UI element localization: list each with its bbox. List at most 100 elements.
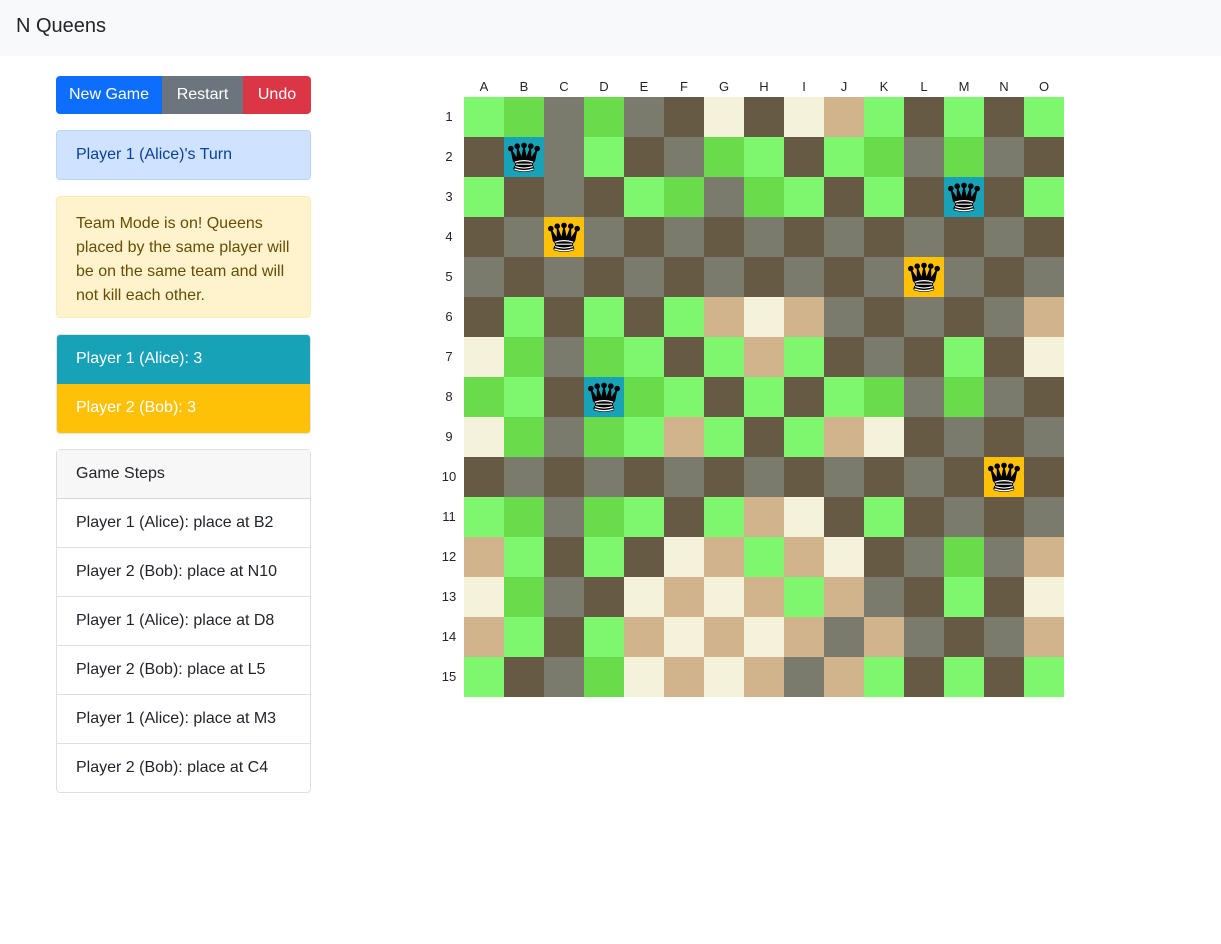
board-cell-f2[interactable] — [664, 137, 704, 177]
board-cell-a15[interactable] — [464, 657, 504, 697]
board-cell-o1[interactable] — [1024, 97, 1064, 137]
board-cell-e12[interactable] — [624, 537, 664, 577]
board-cell-l6[interactable] — [904, 297, 944, 337]
board-cell-o7[interactable] — [1024, 337, 1064, 377]
board-cell-o11[interactable] — [1024, 497, 1064, 537]
board-cell-k1[interactable] — [864, 97, 904, 137]
board-cell-m9[interactable] — [944, 417, 984, 457]
board-cell-m15[interactable] — [944, 657, 984, 697]
board-cell-e13[interactable] — [624, 577, 664, 617]
board-cell-o9[interactable] — [1024, 417, 1064, 457]
board-cell-i13[interactable] — [784, 577, 824, 617]
board-cell-l7[interactable] — [904, 337, 944, 377]
board-cell-g14[interactable] — [704, 617, 744, 657]
board-cell-m14[interactable] — [944, 617, 984, 657]
board-cell-a12[interactable] — [464, 537, 504, 577]
board-cell-h5[interactable] — [744, 257, 784, 297]
board-cell-j9[interactable] — [824, 417, 864, 457]
board-cell-i2[interactable] — [784, 137, 824, 177]
board-cell-f10[interactable] — [664, 457, 704, 497]
board-cell-i8[interactable] — [784, 377, 824, 417]
board-cell-j4[interactable] — [824, 217, 864, 257]
board-cell-o4[interactable] — [1024, 217, 1064, 257]
board-cell-f12[interactable] — [664, 537, 704, 577]
board-cell-h6[interactable] — [744, 297, 784, 337]
board-cell-c9[interactable] — [544, 417, 584, 457]
board-cell-b13[interactable] — [504, 577, 544, 617]
board-cell-b4[interactable] — [504, 217, 544, 257]
board-cell-d6[interactable] — [584, 297, 624, 337]
board-cell-c13[interactable] — [544, 577, 584, 617]
board-cell-b10[interactable] — [504, 457, 544, 497]
board-cell-g11[interactable] — [704, 497, 744, 537]
board-cell-n4[interactable] — [984, 217, 1024, 257]
board-cell-e11[interactable] — [624, 497, 664, 537]
board-cell-l2[interactable] — [904, 137, 944, 177]
board-cell-m12[interactable] — [944, 537, 984, 577]
board-cell-i11[interactable] — [784, 497, 824, 537]
board-cell-h7[interactable] — [744, 337, 784, 377]
board-cell-h9[interactable] — [744, 417, 784, 457]
board-cell-d7[interactable] — [584, 337, 624, 377]
board-cell-g12[interactable] — [704, 537, 744, 577]
board-cell-n5[interactable] — [984, 257, 1024, 297]
board-cell-c11[interactable] — [544, 497, 584, 537]
board-cell-l14[interactable] — [904, 617, 944, 657]
board-cell-g9[interactable] — [704, 417, 744, 457]
board-cell-f3[interactable] — [664, 177, 704, 217]
board-cell-k10[interactable] — [864, 457, 904, 497]
board-cell-e10[interactable] — [624, 457, 664, 497]
board-cell-a2[interactable] — [464, 137, 504, 177]
board-cell-a8[interactable] — [464, 377, 504, 417]
board-cell-e15[interactable] — [624, 657, 664, 697]
board-cell-d4[interactable] — [584, 217, 624, 257]
board-cell-i15[interactable] — [784, 657, 824, 697]
board-cell-g1[interactable] — [704, 97, 744, 137]
board-cell-f15[interactable] — [664, 657, 704, 697]
board-cell-c3[interactable] — [544, 177, 584, 217]
board-cell-l8[interactable] — [904, 377, 944, 417]
board-cell-i7[interactable] — [784, 337, 824, 377]
board-cell-m3[interactable] — [944, 177, 984, 217]
board-cell-h4[interactable] — [744, 217, 784, 257]
board-cell-k14[interactable] — [864, 617, 904, 657]
board-cell-m7[interactable] — [944, 337, 984, 377]
board-cell-e2[interactable] — [624, 137, 664, 177]
board-cell-j5[interactable] — [824, 257, 864, 297]
board-cell-h14[interactable] — [744, 617, 784, 657]
board-cell-c6[interactable] — [544, 297, 584, 337]
board-cell-c1[interactable] — [544, 97, 584, 137]
board-cell-i9[interactable] — [784, 417, 824, 457]
board-cell-c14[interactable] — [544, 617, 584, 657]
board-cell-n2[interactable] — [984, 137, 1024, 177]
board-cell-k5[interactable] — [864, 257, 904, 297]
board-cell-c2[interactable] — [544, 137, 584, 177]
board-cell-o15[interactable] — [1024, 657, 1064, 697]
board-cell-j1[interactable] — [824, 97, 864, 137]
board-cell-o8[interactable] — [1024, 377, 1064, 417]
board-cell-i1[interactable] — [784, 97, 824, 137]
board-cell-h3[interactable] — [744, 177, 784, 217]
board-cell-d8[interactable] — [584, 377, 624, 417]
board-cell-j13[interactable] — [824, 577, 864, 617]
board-cell-n8[interactable] — [984, 377, 1024, 417]
board-cell-f4[interactable] — [664, 217, 704, 257]
board-cell-l11[interactable] — [904, 497, 944, 537]
board-cell-g4[interactable] — [704, 217, 744, 257]
board-cell-b6[interactable] — [504, 297, 544, 337]
board-cell-a1[interactable] — [464, 97, 504, 137]
board-cell-c10[interactable] — [544, 457, 584, 497]
board-cell-b2[interactable] — [504, 137, 544, 177]
board-cell-a7[interactable] — [464, 337, 504, 377]
board-cell-d15[interactable] — [584, 657, 624, 697]
board-cell-i3[interactable] — [784, 177, 824, 217]
board-cell-c4[interactable] — [544, 217, 584, 257]
undo-button[interactable]: Undo — [243, 76, 311, 114]
board-cell-f1[interactable] — [664, 97, 704, 137]
restart-button[interactable]: Restart — [162, 76, 243, 114]
board-cell-f5[interactable] — [664, 257, 704, 297]
board-cell-j3[interactable] — [824, 177, 864, 217]
board-cell-g10[interactable] — [704, 457, 744, 497]
board-cell-o5[interactable] — [1024, 257, 1064, 297]
board-cell-n12[interactable] — [984, 537, 1024, 577]
